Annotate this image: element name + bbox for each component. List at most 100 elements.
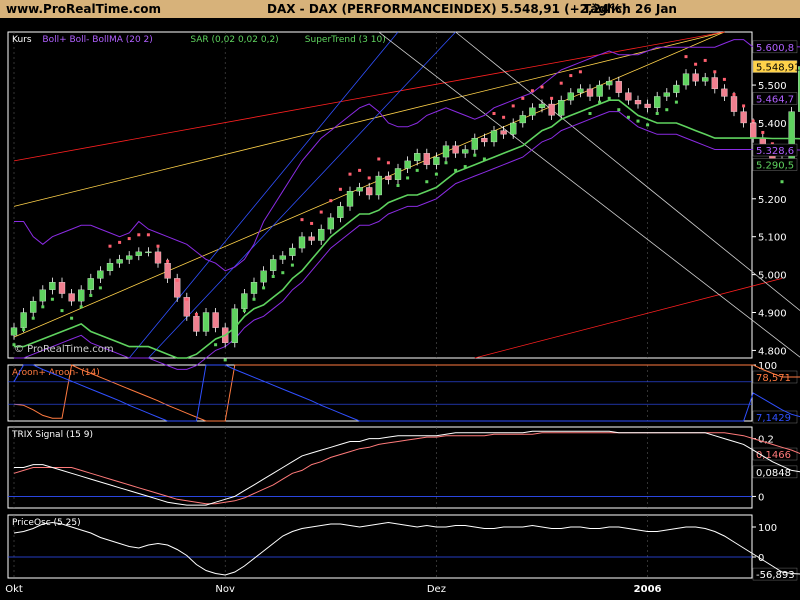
trend-line xyxy=(13,31,725,207)
x-tick-label: Dez xyxy=(427,584,446,595)
sar-dot xyxy=(386,161,390,165)
value-label: 5.464,7 xyxy=(756,94,794,105)
sar-dot xyxy=(118,240,122,244)
sar-dot xyxy=(70,316,74,320)
sar-dot xyxy=(425,180,429,184)
candle xyxy=(452,145,459,154)
sar-dot xyxy=(281,271,285,275)
sar-dot xyxy=(300,218,304,222)
chart-area[interactable]: OktNovDez2006FebMär5.5005.4005.2005.1005… xyxy=(0,18,800,600)
candle xyxy=(490,130,498,143)
candle xyxy=(577,88,584,93)
candle xyxy=(375,175,382,196)
candle xyxy=(356,187,363,192)
candle xyxy=(711,77,718,90)
osc-panel-frame xyxy=(7,514,753,579)
sar-dot xyxy=(89,293,93,297)
y-tick-label: 5.200 xyxy=(758,195,787,206)
sar-dot xyxy=(108,244,112,248)
candle xyxy=(442,145,450,158)
y-tick-label: 5.100 xyxy=(758,233,787,244)
y-tick-label: 4.800 xyxy=(758,346,787,357)
trend-line xyxy=(128,31,399,359)
y-tick-label: 0 xyxy=(758,492,764,503)
candle xyxy=(462,149,469,154)
value-label: 5.548,91 xyxy=(756,63,800,74)
x-tick-label: Okt xyxy=(5,584,23,595)
sar-dot xyxy=(665,108,669,112)
price-osc-line xyxy=(13,521,800,576)
sar-dot xyxy=(214,343,218,347)
bollinger-upper xyxy=(14,39,800,272)
value-label: -56,893 xyxy=(756,570,795,581)
x-tick-label: Nov xyxy=(215,584,235,595)
candle xyxy=(68,293,75,302)
sar-dot xyxy=(252,297,256,301)
sar-dot xyxy=(194,312,198,316)
sar-dot xyxy=(377,157,381,161)
candle xyxy=(87,278,94,290)
sar-dot xyxy=(137,233,141,237)
sar-dot xyxy=(703,58,707,62)
candle xyxy=(308,236,315,241)
candle xyxy=(164,263,171,279)
candle xyxy=(414,153,421,162)
value-label: 5.600,8 xyxy=(756,43,794,54)
candle xyxy=(366,187,373,196)
candle xyxy=(740,111,747,124)
sar-dot xyxy=(223,358,227,362)
sar-dot xyxy=(79,305,83,309)
sar-dot xyxy=(310,221,314,225)
sar-dot xyxy=(742,104,746,108)
candle xyxy=(654,96,661,108)
sar-dot xyxy=(780,180,784,184)
candle xyxy=(298,236,306,249)
sar-dot xyxy=(588,112,592,115)
candle xyxy=(721,88,728,97)
candle xyxy=(385,175,392,180)
candle xyxy=(682,73,690,86)
candle xyxy=(500,130,507,135)
site-url[interactable]: www.ProRealTime.com xyxy=(6,2,161,16)
chart-title: DAX - DAX (PERFORMANCEINDEX) 5.548,91 (+… xyxy=(267,2,627,16)
candle xyxy=(606,81,613,86)
candle xyxy=(673,84,680,93)
candle xyxy=(529,107,536,116)
sar-dot xyxy=(127,237,131,241)
sar-dot xyxy=(146,233,150,237)
panel-legend: Boll+ Boll- BollMA (20 2) xyxy=(42,35,152,45)
trix-signal-line xyxy=(13,432,800,505)
sar-dot xyxy=(204,328,208,332)
aroon-panel-frame xyxy=(7,364,753,422)
sar-dot xyxy=(31,316,35,320)
sar-dot xyxy=(607,96,611,100)
value-label: 7,1429 xyxy=(756,413,791,424)
candle xyxy=(116,259,123,264)
candle xyxy=(615,81,622,93)
trend-line xyxy=(474,278,783,359)
value-label: 78,571 xyxy=(756,373,791,384)
candle xyxy=(750,122,757,139)
sar-dot xyxy=(722,77,726,81)
candle xyxy=(193,316,200,332)
candle xyxy=(586,88,594,97)
candle xyxy=(327,217,334,230)
panel-legend: TRIX Signal (15 9) xyxy=(11,430,93,440)
candle xyxy=(106,263,114,271)
sar-dot xyxy=(511,104,515,108)
sar-dot xyxy=(751,119,755,123)
sar-dot xyxy=(156,244,160,248)
candle xyxy=(58,282,66,294)
candle xyxy=(471,137,478,150)
sar-dot xyxy=(636,119,640,123)
candle xyxy=(702,77,709,82)
candle xyxy=(634,100,642,105)
sar-dot xyxy=(185,297,189,301)
sar-dot xyxy=(60,309,64,313)
sar-dot xyxy=(271,275,275,278)
candle xyxy=(241,293,248,309)
sar-dot xyxy=(569,74,573,78)
sar-dot xyxy=(646,123,650,127)
sar-dot xyxy=(290,263,294,267)
sar-dot xyxy=(626,115,630,119)
